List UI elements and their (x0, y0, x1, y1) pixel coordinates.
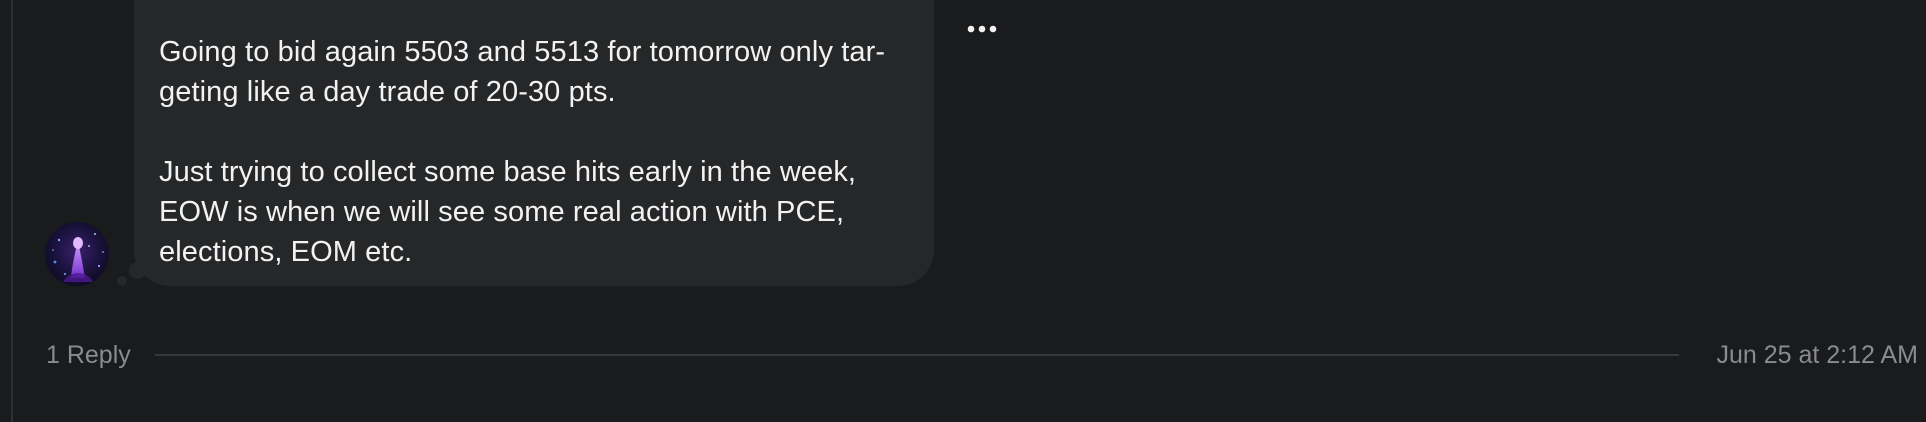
reply-count-link[interactable]: 1 Reply (46, 340, 131, 370)
message-bubble[interactable]: Going to bid again 5503 and 5513 for tom… (134, 0, 934, 286)
sender-avatar[interactable] (45, 222, 109, 286)
message-timestamp: Jun 25 at 2:12 AM (1716, 341, 1918, 369)
bubble-tail-dot-large (129, 262, 146, 279)
message-text: Going to bid again 5503 and 5513 for tom… (159, 32, 919, 272)
more-options-button[interactable] (962, 16, 1002, 42)
more-horizontal-icon (967, 25, 997, 33)
user-avatar-image (45, 222, 109, 286)
message-paragraph-1: Going to bid again 5503 and 5513 for tom… (159, 36, 886, 108)
thread-indicator-line (11, 0, 13, 422)
bubble-tail-dot-small (117, 276, 127, 286)
footer-divider (155, 354, 1679, 356)
message-paragraph-2: Just trying to collect some base hits ea… (159, 156, 857, 268)
message-thread: Going to bid again 5503 and 5513 for tom… (0, 0, 1926, 422)
